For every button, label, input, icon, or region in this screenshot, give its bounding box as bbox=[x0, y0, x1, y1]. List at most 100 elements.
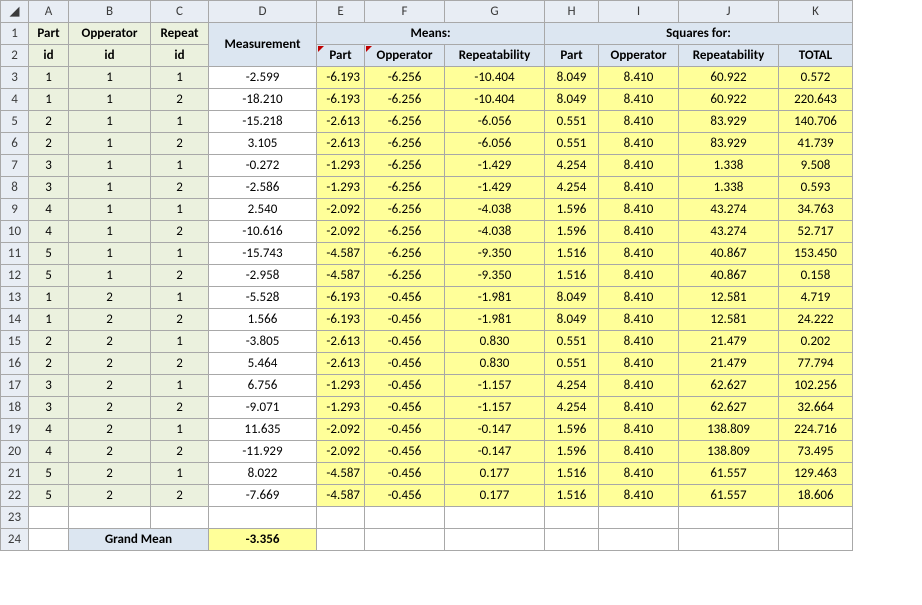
cell-part-id[interactable]: 3 bbox=[29, 397, 69, 419]
empty-cell[interactable] bbox=[599, 507, 679, 529]
cell-repeat-id[interactable]: 2 bbox=[151, 177, 209, 199]
row-header-21[interactable]: 21 bbox=[1, 463, 29, 485]
cell-repeat-id[interactable]: 2 bbox=[151, 353, 209, 375]
cell-sq-opperator[interactable]: 8.410 bbox=[599, 243, 679, 265]
cell-sq-total[interactable]: 73.495 bbox=[779, 441, 853, 463]
cell-mean-repeat[interactable]: -6.056 bbox=[445, 133, 545, 155]
empty-cell[interactable] bbox=[317, 529, 365, 551]
cell-repeat-id[interactable]: 1 bbox=[151, 155, 209, 177]
cell-measurement[interactable]: -7.669 bbox=[209, 485, 317, 507]
cell-sq-opperator[interactable]: 8.410 bbox=[599, 463, 679, 485]
cell-sq-part[interactable]: 8.049 bbox=[545, 67, 599, 89]
cell-sq-repeat[interactable]: 83.929 bbox=[679, 133, 779, 155]
cell-sq-opperator[interactable]: 8.410 bbox=[599, 331, 679, 353]
cell-sq-opperator[interactable]: 8.410 bbox=[599, 441, 679, 463]
cell-sq-repeat[interactable]: 138.809 bbox=[679, 419, 779, 441]
cell-sq-total[interactable]: 32.664 bbox=[779, 397, 853, 419]
cell-mean-repeat[interactable]: 0.177 bbox=[445, 485, 545, 507]
cell-measurement[interactable]: -2.599 bbox=[209, 67, 317, 89]
cell-sq-opperator[interactable]: 8.410 bbox=[599, 221, 679, 243]
empty-cell[interactable] bbox=[29, 529, 69, 551]
cell-mean-opperator[interactable]: -6.256 bbox=[365, 221, 445, 243]
cell-mean-repeat[interactable]: -4.038 bbox=[445, 199, 545, 221]
row-header-12[interactable]: 12 bbox=[1, 265, 29, 287]
cell-repeat-id[interactable]: 2 bbox=[151, 309, 209, 331]
cell-mean-opperator[interactable]: -0.456 bbox=[365, 309, 445, 331]
cell-sq-repeat[interactable]: 43.274 bbox=[679, 221, 779, 243]
cell-repeat-id[interactable]: 2 bbox=[151, 221, 209, 243]
cell-mean-opperator[interactable]: -0.456 bbox=[365, 485, 445, 507]
cell-part-id[interactable]: 1 bbox=[29, 67, 69, 89]
cell-sq-total[interactable]: 140.706 bbox=[779, 111, 853, 133]
cell-part-id[interactable]: 5 bbox=[29, 463, 69, 485]
row-header-22[interactable]: 22 bbox=[1, 485, 29, 507]
cell-mean-part[interactable]: -1.293 bbox=[317, 397, 365, 419]
cell-repeat-id[interactable]: 1 bbox=[151, 375, 209, 397]
empty-cell[interactable] bbox=[151, 507, 209, 529]
cell-sq-part[interactable]: 1.516 bbox=[545, 243, 599, 265]
cell-mean-opperator[interactable]: -0.456 bbox=[365, 419, 445, 441]
cell-repeat-id[interactable]: 2 bbox=[151, 265, 209, 287]
cell-opperator-id[interactable]: 2 bbox=[69, 331, 151, 353]
col-C[interactable]: C bbox=[151, 1, 209, 23]
cell-sq-repeat[interactable]: 40.867 bbox=[679, 243, 779, 265]
cell-mean-part[interactable]: -2.613 bbox=[317, 331, 365, 353]
cell-part-id[interactable]: 2 bbox=[29, 133, 69, 155]
row-header-18[interactable]: 18 bbox=[1, 397, 29, 419]
cell-mean-opperator[interactable]: -0.456 bbox=[365, 397, 445, 419]
row-header-9[interactable]: 9 bbox=[1, 199, 29, 221]
row-header-17[interactable]: 17 bbox=[1, 375, 29, 397]
cell-mean-repeat[interactable]: -0.147 bbox=[445, 441, 545, 463]
cell-measurement[interactable]: -10.616 bbox=[209, 221, 317, 243]
cell-measurement[interactable]: 3.105 bbox=[209, 133, 317, 155]
cell-part-id[interactable]: 3 bbox=[29, 375, 69, 397]
cell-part-id[interactable]: 4 bbox=[29, 419, 69, 441]
cell-mean-part[interactable]: -6.193 bbox=[317, 309, 365, 331]
row-header-8[interactable]: 8 bbox=[1, 177, 29, 199]
cell-sq-total[interactable]: 0.202 bbox=[779, 331, 853, 353]
row-header-6[interactable]: 6 bbox=[1, 133, 29, 155]
row-header-20[interactable]: 20 bbox=[1, 441, 29, 463]
select-all-corner[interactable]: ◢ bbox=[1, 1, 29, 23]
row-header-15[interactable]: 15 bbox=[1, 331, 29, 353]
cell-mean-opperator[interactable]: -0.456 bbox=[365, 463, 445, 485]
empty-cell[interactable] bbox=[69, 507, 151, 529]
row-header-7[interactable]: 7 bbox=[1, 155, 29, 177]
cell-sq-repeat[interactable]: 61.557 bbox=[679, 485, 779, 507]
cell-repeat-id[interactable]: 2 bbox=[151, 441, 209, 463]
empty-cell[interactable] bbox=[779, 529, 853, 551]
cell-opperator-id[interactable]: 2 bbox=[69, 463, 151, 485]
cell-sq-total[interactable]: 77.794 bbox=[779, 353, 853, 375]
cell-sq-repeat[interactable]: 138.809 bbox=[679, 441, 779, 463]
cell-mean-opperator[interactable]: -6.256 bbox=[365, 133, 445, 155]
cell-part-id[interactable]: 5 bbox=[29, 243, 69, 265]
cell-sq-total[interactable]: 18.606 bbox=[779, 485, 853, 507]
cell-repeat-id[interactable]: 1 bbox=[151, 331, 209, 353]
cell-sq-part[interactable]: 8.049 bbox=[545, 309, 599, 331]
cell-part-id[interactable]: 2 bbox=[29, 111, 69, 133]
cell-mean-repeat[interactable]: -4.038 bbox=[445, 221, 545, 243]
cell-sq-part[interactable]: 0.551 bbox=[545, 111, 599, 133]
cell-mean-repeat[interactable]: -9.350 bbox=[445, 265, 545, 287]
cell-sq-total[interactable]: 0.572 bbox=[779, 67, 853, 89]
row-header-13[interactable]: 13 bbox=[1, 287, 29, 309]
col-E[interactable]: E bbox=[317, 1, 365, 23]
cell-sq-opperator[interactable]: 8.410 bbox=[599, 353, 679, 375]
empty-cell[interactable] bbox=[445, 529, 545, 551]
cell-sq-part[interactable]: 1.516 bbox=[545, 265, 599, 287]
cell-mean-repeat[interactable]: -10.404 bbox=[445, 89, 545, 111]
cell-mean-opperator[interactable]: -6.256 bbox=[365, 89, 445, 111]
cell-measurement[interactable]: 8.022 bbox=[209, 463, 317, 485]
cell-mean-part[interactable]: -6.193 bbox=[317, 67, 365, 89]
cell-mean-opperator[interactable]: -6.256 bbox=[365, 111, 445, 133]
cell-sq-opperator[interactable]: 8.410 bbox=[599, 155, 679, 177]
cell-sq-opperator[interactable]: 8.410 bbox=[599, 375, 679, 397]
cell-mean-part[interactable]: -6.193 bbox=[317, 89, 365, 111]
cell-sq-repeat[interactable]: 21.479 bbox=[679, 353, 779, 375]
cell-repeat-id[interactable]: 1 bbox=[151, 111, 209, 133]
cell-measurement[interactable]: -18.210 bbox=[209, 89, 317, 111]
cell-repeat-id[interactable]: 1 bbox=[151, 199, 209, 221]
cell-sq-repeat[interactable]: 62.627 bbox=[679, 397, 779, 419]
cell-measurement[interactable]: -15.743 bbox=[209, 243, 317, 265]
cell-mean-part[interactable]: -2.092 bbox=[317, 419, 365, 441]
